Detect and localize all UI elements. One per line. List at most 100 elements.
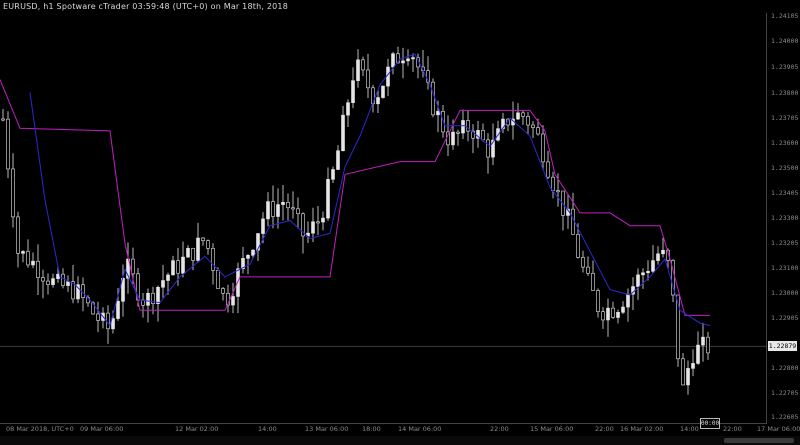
candle-body (171, 260, 175, 276)
candle-body (486, 139, 490, 158)
candle-body (251, 249, 255, 256)
candle-body (406, 58, 410, 62)
candle-body (686, 368, 690, 386)
candle-body (341, 114, 345, 152)
price-axis[interactable]: 1.24105 1.24000 1.23905 1.23800 1.23705 … (767, 0, 800, 423)
time-tick-label: 22:00 (595, 425, 614, 433)
price-tick-label: 1.23000 (771, 289, 799, 297)
candle-body (331, 169, 335, 180)
candle-body (591, 272, 595, 291)
time-tick-label: 16 Mar 02:00 (620, 425, 664, 433)
candle-body (261, 218, 265, 234)
candle-body (131, 258, 135, 275)
time-tick-label: 13 Mar 06:00 (305, 425, 349, 433)
candle-body (551, 176, 555, 191)
candle-body (656, 253, 660, 261)
candle-body (621, 306, 625, 313)
candle-body (536, 127, 540, 135)
candle-body (356, 59, 360, 81)
bar-countdown: 00:00 (700, 418, 720, 429)
candle-body (706, 336, 710, 354)
price-tick-label: 1.22800 (771, 364, 799, 372)
time-tick-label: 15 Mar 06:00 (530, 425, 574, 433)
candle-body (61, 273, 65, 286)
candle-body (21, 251, 25, 254)
candle-body (36, 260, 40, 278)
candle-body (1, 118, 5, 121)
price-tick-label: 1.23300 (771, 214, 799, 222)
candle-body (296, 208, 300, 215)
candle-body (266, 201, 270, 220)
candle-body (311, 221, 315, 234)
price-tick-label: 1.24105 (771, 12, 799, 20)
candle-body (281, 202, 285, 205)
chart-canvas[interactable] (0, 13, 766, 423)
candle-body (481, 130, 485, 141)
indicator-line-fast (29, 53, 711, 327)
time-tick-label: 12 Mar 02:00 (175, 425, 219, 433)
candle-body (161, 280, 165, 288)
time-tick-label: 22:00 (490, 425, 509, 433)
chart-window: EURUSD, h1 Spotware cTrader 03:59:48 (UT… (0, 0, 800, 445)
chart-title: EURUSD, h1 Spotware cTrader 03:59:48 (UT… (3, 2, 288, 11)
candle-body (641, 272, 645, 276)
candle-body (56, 273, 60, 279)
candle-body (41, 277, 45, 282)
price-tick-label: 1.22705 (771, 389, 799, 397)
candle-body (521, 112, 525, 117)
candle-body (166, 274, 170, 281)
candle-body (681, 358, 685, 386)
candle-body (201, 237, 205, 241)
candle-body (351, 80, 355, 103)
time-axis[interactable]: 08 Mar 2018, UTC+0 09 Mar 06:00 12 Mar 0… (0, 424, 800, 436)
candle-layer (1, 46, 710, 395)
candle-body (381, 85, 385, 98)
price-tick-label: 1.24000 (771, 37, 799, 45)
time-tick-label: 14:00 (258, 425, 277, 433)
candle-body (691, 363, 695, 369)
plot-area[interactable] (0, 13, 767, 424)
candle-body (526, 116, 530, 126)
candle-body (401, 60, 405, 64)
price-tick-label: 1.22905 (771, 314, 799, 322)
candle-body (366, 69, 370, 89)
price-tick-label: 1.23600 (771, 139, 799, 147)
price-tick-label: 1.23705 (771, 114, 799, 122)
candle-body (586, 266, 590, 274)
indicator-line-slow (0, 79, 710, 316)
candle-body (696, 344, 700, 364)
candle-body (211, 248, 215, 271)
horizontal-scrollbar[interactable] (0, 436, 800, 445)
candle-body (461, 120, 465, 134)
candle-body (181, 256, 185, 274)
candle-body (606, 307, 610, 321)
time-tick-label: 22:00 (723, 425, 742, 433)
price-tick-label: 1.23205 (771, 239, 799, 247)
candle-body (556, 190, 560, 193)
candle-body (661, 249, 665, 255)
candle-body (246, 255, 250, 259)
candle-body (376, 97, 380, 105)
candle-body (221, 288, 225, 294)
candle-body (206, 240, 210, 249)
scrollbar-thumb[interactable] (724, 438, 794, 443)
candle-body (336, 150, 340, 170)
time-tick-label: 18:00 (362, 425, 381, 433)
candle-body (156, 286, 160, 304)
candle-body (146, 292, 150, 306)
candle-body (616, 312, 620, 318)
candle-body (321, 217, 325, 223)
candle-body (431, 81, 435, 116)
candle-body (646, 271, 650, 274)
candle-body (531, 124, 535, 128)
candle-body (66, 281, 70, 286)
candle-body (286, 202, 290, 209)
candle-body (16, 216, 20, 254)
candle-body (191, 248, 195, 261)
candle-body (316, 221, 320, 224)
candle-body (361, 59, 365, 71)
candle-body (581, 257, 585, 268)
candle-body (451, 131, 455, 146)
candle-body (701, 336, 705, 346)
candle-body (51, 278, 55, 285)
